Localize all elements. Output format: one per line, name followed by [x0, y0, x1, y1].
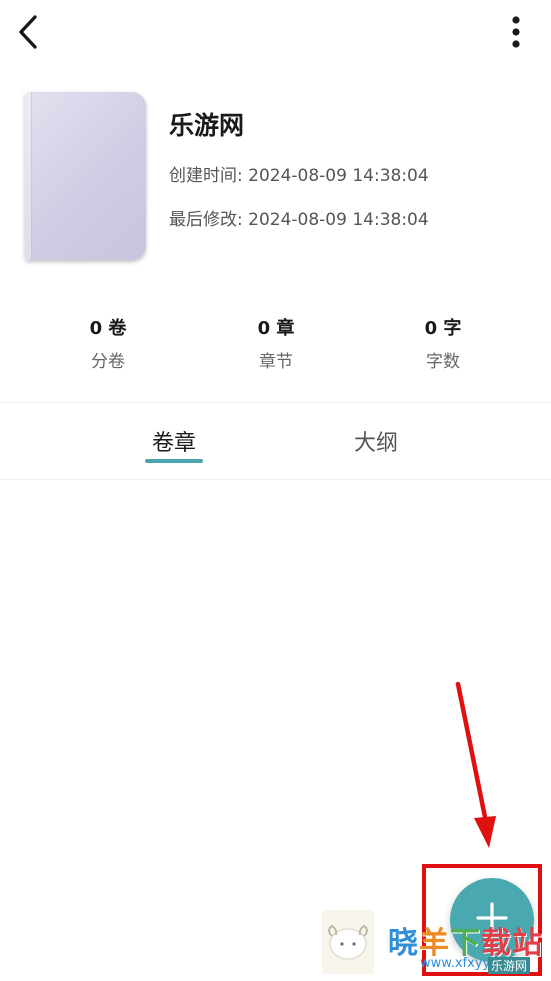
book-stats: 0 卷 分卷 0 章 章节 0 字 字数	[0, 316, 551, 380]
book-title: 乐游网	[169, 111, 245, 140]
stat-label: 章节	[259, 352, 293, 372]
book-cover[interactable]	[25, 92, 146, 260]
modified-time: 最后修改: 2024-08-09 14:38:04	[169, 210, 429, 230]
watermark-tag: 乐游网	[488, 957, 531, 974]
more-options-button[interactable]	[500, 12, 532, 56]
watermark-char: 晓	[388, 926, 419, 961]
created-time: 创建时间: 2024-08-09 14:38:04	[169, 166, 429, 186]
stat-chapters: 0 章 章节	[206, 316, 346, 374]
stat-words: 0 字 字数	[373, 316, 513, 374]
stat-value: 0 章	[257, 318, 295, 339]
active-tab-indicator	[145, 459, 203, 463]
book-detail-screen: 乐游网 创建时间: 2024-08-09 14:38:04 最后修改: 2024…	[0, 0, 551, 981]
back-button[interactable]	[8, 12, 48, 56]
stat-volumes: 0 卷 分卷	[38, 316, 178, 374]
stat-value: 0 卷	[89, 318, 127, 339]
chevron-left-icon	[16, 14, 40, 54]
stat-value: 0 字	[424, 318, 462, 339]
tab-outline[interactable]: 大纲	[342, 425, 410, 465]
divider	[0, 402, 551, 403]
chapter-list-empty	[0, 480, 551, 860]
stat-label: 字数	[426, 352, 460, 372]
watermark-logo	[322, 910, 374, 974]
more-vertical-icon	[511, 15, 521, 53]
stat-label: 分卷	[91, 352, 125, 372]
